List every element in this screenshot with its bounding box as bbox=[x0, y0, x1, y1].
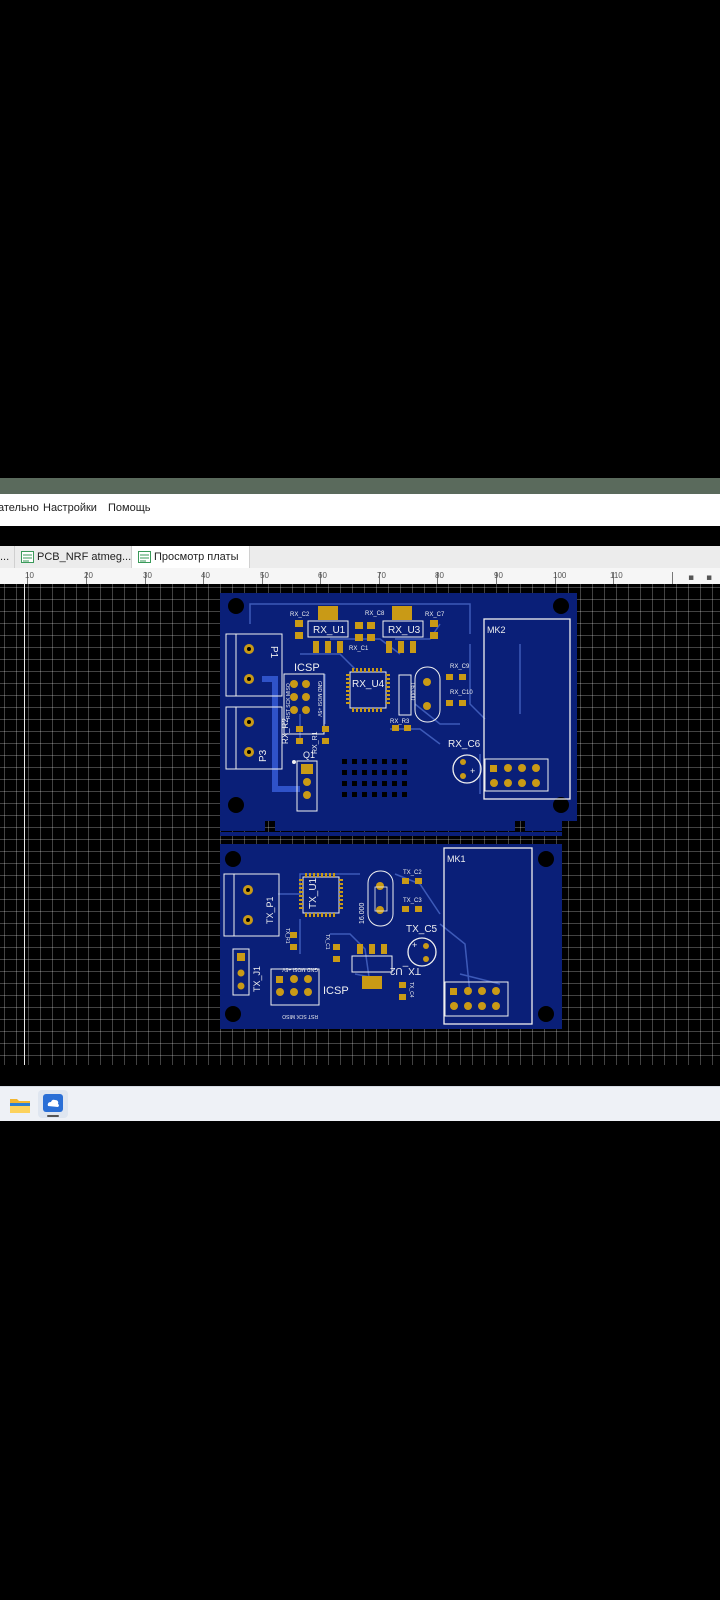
tx-u1-label: TX_U1 bbox=[308, 877, 319, 909]
tx-crystal-label: 16.000 bbox=[359, 902, 366, 924]
rx-r2-label: RX_R2 bbox=[281, 718, 290, 744]
menu-bar: ательно Настройки Помощь bbox=[0, 494, 720, 526]
ruler-cursor-marker: ▪ bbox=[688, 573, 694, 583]
board-canvas[interactable]: P1 P3 ICSP RST SCK MISO GND MOSI +5V RX_… bbox=[0, 584, 720, 1065]
cloud-app-icon bbox=[43, 1094, 63, 1112]
tab-board-view[interactable]: Просмотр платы bbox=[131, 546, 250, 569]
tx-r1-label: TX_R1 bbox=[284, 928, 290, 944]
tx-icsp-pin-labels-a: GND MOSI +5V bbox=[282, 966, 318, 972]
tab-truncated[interactable]: ... bbox=[0, 546, 14, 568]
mounting-hole bbox=[225, 1006, 241, 1022]
rx-c10-label: RX_C10 bbox=[450, 690, 473, 696]
horizontal-ruler: 10 20 30 40 50 60 70 80 90 100 110 ▪ ▪ bbox=[0, 568, 720, 585]
pcb-view: P1 P3 ICSP RST SCK MISO GND MOSI +5V RX_… bbox=[220, 593, 577, 1029]
rx-c1-label: RX_C1 bbox=[349, 646, 369, 652]
menu-item-settings[interactable]: Настройки bbox=[43, 502, 97, 514]
rx-mk2-label: MK2 bbox=[487, 625, 506, 635]
rx-c7-label: RX_C7 bbox=[425, 612, 445, 618]
rx-c2-label: RX_C2 bbox=[290, 612, 310, 618]
rx-p3-label: P3 bbox=[258, 749, 269, 762]
rx-regulator-tab bbox=[318, 606, 338, 620]
ruler-tick-label: 40 bbox=[201, 571, 210, 580]
menu-item-partial[interactable]: ательно bbox=[0, 502, 39, 514]
active-indicator bbox=[47, 1115, 59, 1117]
ruler-tick-label: 70 bbox=[377, 571, 386, 580]
tx-board[interactable]: TX_P1 TX_J1 TX_R1 TX_U1 TX_C1 16.000 TX_… bbox=[220, 844, 562, 1029]
tx-icsp-label: ICSP bbox=[323, 985, 349, 997]
ruler-cursor-marker: ▪ bbox=[706, 573, 712, 583]
rx-c9-label: RX_C9 bbox=[450, 664, 470, 670]
rx-u4-label: RX_U4 bbox=[352, 679, 385, 690]
svg-text:+: + bbox=[412, 940, 417, 950]
mounting-hole bbox=[225, 851, 241, 867]
board-view-icon bbox=[138, 551, 151, 563]
rx-u3-label: RX_U3 bbox=[388, 625, 421, 636]
tx-c3-label: TX_C3 bbox=[403, 898, 422, 904]
ruler-tick-label: 30 bbox=[143, 571, 152, 580]
ruler-tick-label: 60 bbox=[318, 571, 327, 580]
rx-icsp-pin-labels-a: RST SCK MISO bbox=[286, 683, 292, 719]
ruler-tick-label: 80 bbox=[435, 571, 444, 580]
tab-strip: ... PCB_NRF atmeg... Просмотр платы bbox=[0, 546, 720, 569]
panel-breakaway bbox=[220, 821, 562, 836]
tab-pcb-nrf[interactable]: PCB_NRF atmeg... bbox=[14, 546, 131, 568]
ruler-tick-label: 50 bbox=[260, 571, 269, 580]
tx-icsp-pin-labels-b: RST SCK MISO bbox=[282, 1013, 318, 1019]
mounting-hole bbox=[538, 1006, 554, 1022]
rx-icsp-pin-labels-b: GND MOSI +5V bbox=[316, 681, 322, 717]
rx-q1-label: Q1 bbox=[303, 750, 315, 760]
ruler-tick-label: 20 bbox=[84, 571, 93, 580]
taskbar bbox=[0, 1086, 720, 1121]
rx-c6-label: RX_C6 bbox=[448, 739, 481, 750]
rx-board[interactable]: P1 P3 ICSP RST SCK MISO GND MOSI +5V RX_… bbox=[220, 593, 577, 821]
tx-p1-label: TX_P1 bbox=[265, 896, 275, 924]
tx-regulator-tab bbox=[362, 976, 382, 989]
tx-c5-label: TX_C5 bbox=[406, 924, 438, 935]
pcb-doc-icon bbox=[21, 551, 34, 563]
app-window: ательно Настройки Помощь ... PCB_NRF atm… bbox=[0, 478, 720, 1121]
rx-r3-label: RX_R3 bbox=[390, 719, 410, 725]
taskbar-app-active[interactable] bbox=[38, 1090, 68, 1118]
rx-crystal-label: 16.000 bbox=[409, 682, 415, 701]
mounting-hole bbox=[553, 598, 569, 614]
tab-board-view-label: Просмотр платы bbox=[154, 551, 239, 563]
tx-c2-label: TX_C2 bbox=[403, 870, 422, 876]
ruler-tick-label: 110 bbox=[610, 571, 623, 580]
tx-j1-label: TX_J1 bbox=[252, 966, 262, 992]
ruler-tick-label: 100 bbox=[553, 571, 567, 580]
rx-icsp-label: ICSP bbox=[294, 662, 320, 674]
tx-c4-label: TX_C4 bbox=[408, 982, 414, 998]
rx-c8-label: RX_C8 bbox=[365, 611, 385, 617]
tx-u2-label: TX_U2 bbox=[389, 965, 421, 976]
rx-u1-label: RX_U1 bbox=[313, 625, 346, 636]
folder-icon[interactable] bbox=[9, 1095, 31, 1115]
mounting-hole bbox=[228, 797, 244, 813]
mounting-hole bbox=[538, 851, 554, 867]
tx-c1-label: TX_C1 bbox=[324, 934, 330, 950]
mounting-hole bbox=[228, 598, 244, 614]
title-bar bbox=[0, 478, 720, 494]
tx-mk1-label: MK1 bbox=[447, 854, 466, 864]
tab-pcb-nrf-label: PCB_NRF atmeg... bbox=[37, 551, 132, 563]
ruler-tick-label: 90 bbox=[494, 571, 503, 580]
menu-item-help[interactable]: Помощь bbox=[108, 502, 151, 514]
svg-text:+: + bbox=[470, 766, 475, 776]
rx-p1-label: P1 bbox=[268, 646, 279, 659]
ruler-tick-label: 10 bbox=[25, 571, 34, 580]
ruler-ticks: 10 20 30 40 50 60 70 80 90 100 110 ▪ ▪ bbox=[25, 571, 712, 584]
